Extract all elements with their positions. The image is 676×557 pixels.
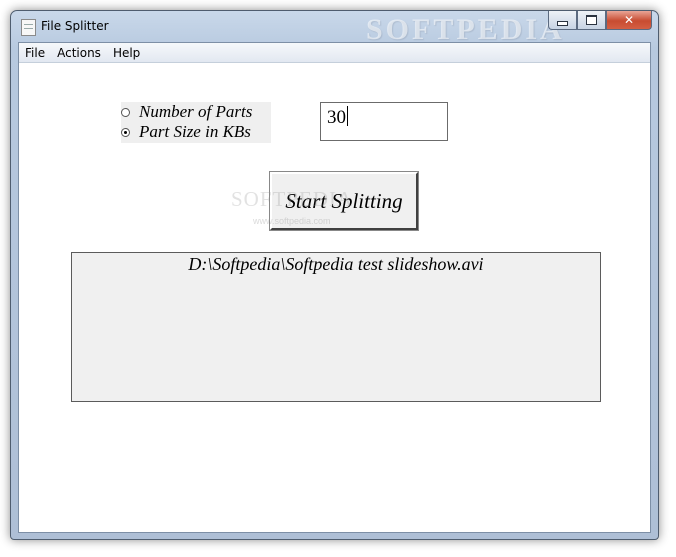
window-title: File Splitter	[41, 19, 109, 33]
window-controls: ✕	[548, 11, 652, 31]
radio-button-checked[interactable]	[121, 127, 130, 137]
app-document-icon[interactable]	[21, 19, 36, 36]
maximize-icon	[586, 15, 597, 25]
radio-number-of-parts[interactable]: Number of Parts	[121, 102, 252, 122]
radio-label: Number of Parts	[139, 102, 253, 121]
minimize-icon	[557, 20, 568, 26]
menu-actions[interactable]: Actions	[51, 46, 107, 60]
text-caret	[347, 106, 348, 126]
menu-file[interactable]: File	[19, 46, 51, 60]
app-window: File Splitter SOFTPEDIA ✕ File Actions H…	[10, 10, 659, 540]
close-button[interactable]: ✕	[606, 11, 652, 30]
close-icon: ✕	[623, 13, 635, 27]
menu-bar: File Actions Help	[19, 43, 650, 63]
radio-label: Part Size in KBs	[139, 122, 251, 141]
file-path-output: D:\Softpedia\Softpedia test slideshow.av…	[71, 252, 601, 402]
title-bar[interactable]: File Splitter SOFTPEDIA ✕	[11, 11, 658, 46]
size-input[interactable]: 30	[320, 102, 448, 141]
minimize-button[interactable]	[548, 11, 577, 30]
file-path-text: D:\Softpedia\Softpedia test slideshow.av…	[188, 254, 484, 274]
size-input-value: 30	[327, 107, 346, 128]
maximize-button[interactable]	[577, 11, 606, 30]
radio-part-size[interactable]: Part Size in KBs	[121, 122, 251, 142]
client-area: File Actions Help Number of Parts Part S…	[18, 42, 651, 533]
menu-help[interactable]: Help	[107, 46, 146, 60]
radio-button-unchecked[interactable]	[121, 107, 130, 117]
button-watermark: SOFTPEDIA	[231, 187, 354, 211]
split-mode-group: Number of Parts Part Size in KBs	[121, 102, 271, 143]
button-watermark-url: www.softpedia.com	[253, 216, 331, 226]
